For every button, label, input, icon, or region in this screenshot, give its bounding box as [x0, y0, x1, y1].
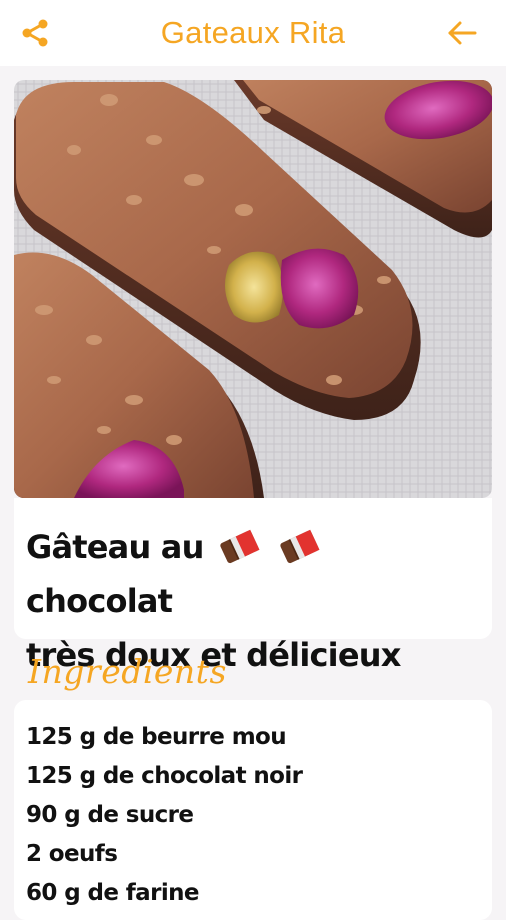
share-button[interactable]	[16, 14, 54, 52]
ingredient-item: 60 g de farine	[26, 880, 199, 906]
ingredient-item: 90 g de sucre	[26, 802, 194, 828]
ingredients-heading: Ingredients	[28, 652, 227, 691]
chocolate-bar-emoji	[280, 529, 320, 564]
ingredient-item: 125 g de beurre mou	[26, 724, 287, 750]
ingredient-item: 125 g de chocolat noir	[26, 763, 303, 789]
back-button[interactable]	[442, 14, 482, 52]
recipe-title-part2: chocolat	[26, 582, 173, 620]
recipe-title-card: Gâteau au chocolat très doux et délicieu…	[14, 498, 492, 674]
recipe-photo	[14, 80, 492, 498]
ingredient-item: 2 oeufs	[26, 841, 118, 867]
recipe-title-part1: Gâteau au	[26, 528, 204, 566]
share-icon	[22, 19, 48, 47]
ingredients-list: 125 g de beurre mou 125 g de chocolat no…	[26, 718, 480, 913]
app-title: Gateaux Rita	[160, 15, 346, 50]
app-bar: Gateaux Rita	[0, 0, 506, 66]
chocolate-bar-emoji	[220, 529, 260, 564]
arrow-back-icon	[448, 21, 477, 45]
ingredients-card: 125 g de beurre mou 125 g de chocolat no…	[14, 700, 492, 920]
